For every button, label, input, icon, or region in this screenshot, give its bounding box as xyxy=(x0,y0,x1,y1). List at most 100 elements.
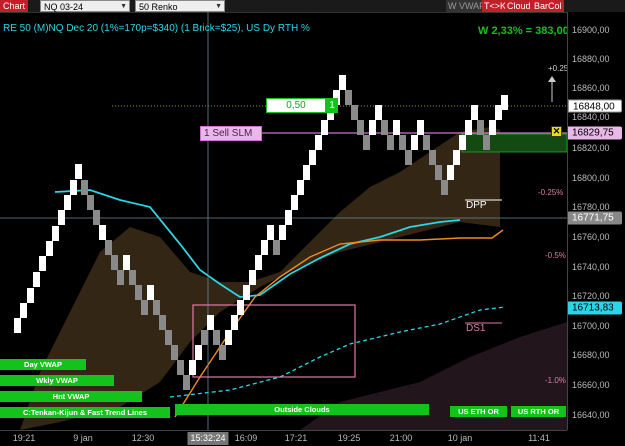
renko-brick xyxy=(369,120,376,135)
renko-brick xyxy=(447,165,454,180)
renko-brick xyxy=(129,270,136,285)
renko-brick xyxy=(345,90,352,105)
renko-brick xyxy=(201,330,208,345)
time-axis[interactable]: 19:21 9 jan 12:30 16:09 17:21 19:25 21:0… xyxy=(0,430,567,446)
renko-brick xyxy=(39,256,46,271)
renko-brick xyxy=(303,165,310,180)
order-count-badge[interactable]: 1 xyxy=(326,98,338,113)
renko-brick xyxy=(20,303,27,318)
renko-brick xyxy=(411,135,418,150)
sell-order-label[interactable]: 1 Sell SLM xyxy=(200,126,262,141)
renko-brick xyxy=(105,240,112,255)
last-price-badge: 16848,00 xyxy=(568,99,622,113)
renko-brick xyxy=(153,300,160,315)
outside-clouds-label[interactable]: Outside Clouds xyxy=(175,404,429,415)
time-tick: 19:21 xyxy=(12,433,36,443)
tenkan-kijun-label[interactable]: C:Tenkan-Kijun & Fast Trend Lines xyxy=(0,407,170,418)
renko-brick xyxy=(237,300,244,315)
us-rth-or-label[interactable]: US RTH OR xyxy=(511,406,566,417)
renko-brick xyxy=(501,95,508,110)
renko-brick xyxy=(399,135,406,150)
price-axis[interactable]: 16900,00 16880,00 16860,00 16840,00 1682… xyxy=(567,12,625,430)
instrument-selector[interactable]: NQ 03-24 ▼ xyxy=(40,0,130,12)
toggle-cloud[interactable]: Cloud xyxy=(505,0,533,12)
hnt-vwap-label[interactable]: Hnt VWAP xyxy=(0,391,142,402)
instrument-label: NQ 03-24 xyxy=(44,2,84,12)
chart-tab[interactable]: Chart xyxy=(0,0,28,12)
price-tick: 16780,00 xyxy=(572,202,610,212)
renko-brick xyxy=(363,135,370,150)
renko-brick xyxy=(285,210,292,225)
bar-type-selector[interactable]: 50 Renko ▼ xyxy=(135,0,225,12)
renko-brick xyxy=(375,105,382,120)
renko-brick xyxy=(177,360,184,375)
toggle-barcol[interactable]: BarCol xyxy=(532,0,564,12)
time-tick: 21:00 xyxy=(389,433,413,443)
time-tick: 19:25 xyxy=(337,433,361,443)
toggle-w-vwap[interactable]: W VWAP xyxy=(446,0,488,12)
pct-label-plus025: +0.25 xyxy=(548,64,569,73)
order-price-badge: 16829,75 xyxy=(568,126,622,140)
time-tick: 16:09 xyxy=(234,433,258,443)
renko-brick xyxy=(339,75,346,90)
close-order-icon[interactable]: ✕ xyxy=(551,126,562,137)
renko-brick xyxy=(58,210,65,225)
renko-brick xyxy=(309,150,316,165)
day-vwap-label[interactable]: Day VWAP xyxy=(0,359,86,370)
renko-brick xyxy=(387,135,394,150)
renko-brick xyxy=(64,195,71,210)
renko-brick xyxy=(27,288,34,303)
renko-brick xyxy=(123,255,130,270)
renko-brick xyxy=(117,270,124,285)
renko-brick xyxy=(357,120,364,135)
pct-label-minus025: -0.25% xyxy=(538,188,564,197)
pct-label-minus10: -1.0% xyxy=(545,376,566,385)
renko-brick xyxy=(165,330,172,345)
renko-brick xyxy=(483,135,490,150)
renko-brick xyxy=(495,105,502,120)
renko-brick xyxy=(459,135,466,150)
us-eth-or-label[interactable]: US ETH OR xyxy=(450,406,507,417)
renko-brick xyxy=(429,150,436,165)
wkly-vwap-label[interactable]: Wkly VWAP xyxy=(0,375,114,386)
renko-brick xyxy=(93,210,100,225)
renko-brick xyxy=(46,241,53,256)
renko-brick xyxy=(207,315,214,330)
renko-brick xyxy=(171,345,178,360)
renko-brick xyxy=(471,105,478,120)
renko-brick xyxy=(381,120,388,135)
crosshair-price-badge: 16771,75 xyxy=(568,211,622,225)
price-tick: 16760,00 xyxy=(572,232,610,242)
renko-brick xyxy=(249,270,256,285)
renko-brick xyxy=(315,135,322,150)
renko-brick xyxy=(435,165,442,180)
renko-brick xyxy=(70,180,77,195)
price-tick: 16660,00 xyxy=(572,380,610,390)
dpp-label: DPP xyxy=(466,200,487,211)
renko-brick xyxy=(465,120,472,135)
renko-brick xyxy=(417,120,424,135)
time-tick: 12:30 xyxy=(131,433,155,443)
price-tick: 16900,00 xyxy=(572,25,610,35)
renko-brick xyxy=(477,120,484,135)
renko-brick xyxy=(81,180,88,195)
renko-brick xyxy=(135,285,142,300)
price-tick: 16720,00 xyxy=(572,291,610,301)
renko-brick xyxy=(147,285,154,300)
time-tick: 9 jan xyxy=(73,433,93,443)
order-quantity-field[interactable]: 0,50 xyxy=(266,98,326,113)
renko-brick xyxy=(279,225,286,240)
pnl-readout: W 2,33% = 383,00 xyxy=(478,25,569,37)
renko-brick xyxy=(273,240,280,255)
renko-brick xyxy=(33,272,40,287)
renko-brick xyxy=(261,240,268,255)
renko-brick xyxy=(189,360,196,375)
price-tick: 16700,00 xyxy=(572,321,610,331)
price-tick: 16640,00 xyxy=(572,410,610,420)
price-tick: 16680,00 xyxy=(572,350,610,360)
crosshair-time-badge: 15:32:24 xyxy=(187,432,229,445)
renko-brick xyxy=(14,318,21,333)
renko-brick xyxy=(183,375,190,390)
renko-brick xyxy=(441,180,448,195)
renko-brick xyxy=(423,135,430,150)
